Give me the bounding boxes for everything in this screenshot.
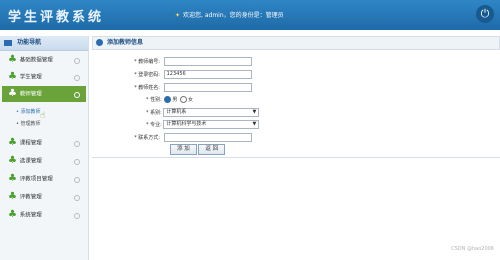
major-select[interactable]: 计算机科学与技术 ▼ (163, 120, 260, 129)
contact-input[interactable] (163, 133, 252, 142)
name-input[interactable] (163, 83, 252, 92)
sidebar-item-students[interactable]: ♣ 学生管理 (2, 69, 86, 85)
welcome-text: ✦ 欢迎您, admin，您的身份是：管理员 (175, 12, 284, 19)
sidebar-subitem-add-teacher[interactable]: • 添加教师 (16, 108, 41, 115)
tree-icon: ♣ (8, 209, 17, 220)
gender-male-radio[interactable] (164, 96, 172, 103)
password-label: * 登录密码: (134, 72, 160, 78)
sidebar-item-basic-data[interactable]: ♣ 基础数据管理 (2, 52, 86, 68)
gender-female-radio[interactable] (179, 96, 187, 103)
teacher-no-input[interactable] (163, 57, 252, 66)
watermark: CSDN @hao2006 (451, 246, 494, 252)
password-input[interactable]: 123456 (163, 70, 252, 79)
expand-dot-icon (74, 195, 80, 201)
row-buttons: 添 加 返 回 (170, 144, 226, 155)
row-department: * 系别: 计算机系 ▼ (146, 108, 260, 117)
expand-dot-icon (74, 177, 80, 183)
contact-label: * 联系方式: (134, 135, 160, 141)
sidebar-header: 功能导航 (0, 36, 88, 51)
row-major: * 专业: 计算机科学与技术 ▼ (146, 120, 260, 129)
major-label: * 专业: (146, 122, 162, 128)
expand-dot-icon (74, 159, 80, 165)
dropdown-arrow-icon: ▼ (252, 121, 257, 127)
add-button[interactable]: 添 加 (170, 144, 197, 155)
name-label: * 教师姓名: (134, 85, 160, 91)
expand-dot-icon (74, 75, 80, 81)
top-bar: 学生评教系统 ✦ 欢迎您, admin，您的身份是：管理员 ⏻ (0, 0, 500, 30)
power-icon[interactable]: ⏻ (476, 5, 494, 23)
tree-icon: ♣ (8, 173, 17, 184)
gender-female-label: 女 (187, 97, 193, 103)
sidebar-item-courses[interactable]: ♣ 课程管理 (2, 135, 86, 151)
main-content: 添加教师信息 (92, 36, 500, 50)
tree-icon: ♣ (8, 54, 17, 65)
sidebar-item-system[interactable]: ♣ 系统管理 (2, 207, 86, 223)
expand-dot-icon (74, 213, 80, 219)
row-gender: * 性别: 男 女 (146, 96, 193, 103)
row-contact: * 联系方式: (134, 133, 252, 142)
content-header: 添加教师信息 (92, 36, 500, 50)
tree-icon: ♣ (8, 88, 17, 99)
tree-icon: ♣ (8, 155, 17, 166)
department-select[interactable]: 计算机系 ▼ (163, 108, 260, 117)
row-teacher-no: * 教师编号: (134, 57, 252, 66)
sidebar: 功能导航 ♣ 基础数据管理 ♣ 学生管理 ♣ 教师管理 • 添加教师 • 管理教… (0, 36, 89, 260)
row-password: * 登录密码: 123456 (134, 70, 252, 79)
sidebar-subitem-manage-teachers[interactable]: • 管理教师 (16, 120, 41, 127)
tree-icon: ♣ (8, 137, 17, 148)
app-title: 学生评教系统 (8, 10, 105, 25)
content-divider (92, 157, 500, 158)
gender-label: * 性别: (146, 97, 162, 103)
expand-dot-icon (74, 58, 80, 64)
sidebar-item-evaluations[interactable]: ♣ 评教管理 (2, 189, 86, 205)
tree-icon: ♣ (8, 71, 17, 82)
teacher-no-label: * 教师编号: (134, 59, 160, 65)
mouse-cursor-icon: ☝ (40, 111, 46, 121)
expand-dot-icon (74, 141, 80, 147)
bulb-icon: ✦ (175, 12, 181, 19)
sidebar-item-evaluation-items[interactable]: ♣ 评教项目管理 (2, 171, 86, 187)
expand-dot-icon (74, 92, 80, 98)
tree-icon: ♣ (8, 191, 17, 202)
gender-male-label: 男 (172, 97, 178, 103)
menu-icon (4, 39, 12, 46)
sidebar-item-course-selection[interactable]: ♣ 选课管理 (2, 153, 86, 169)
row-name: * 教师姓名: (134, 83, 252, 92)
department-label: * 系别: (146, 110, 162, 116)
sidebar-item-teachers[interactable]: ♣ 教师管理 (2, 86, 86, 102)
info-circle-icon (96, 39, 103, 46)
dropdown-arrow-icon: ▼ (252, 109, 257, 115)
back-button[interactable]: 返 回 (198, 144, 226, 155)
